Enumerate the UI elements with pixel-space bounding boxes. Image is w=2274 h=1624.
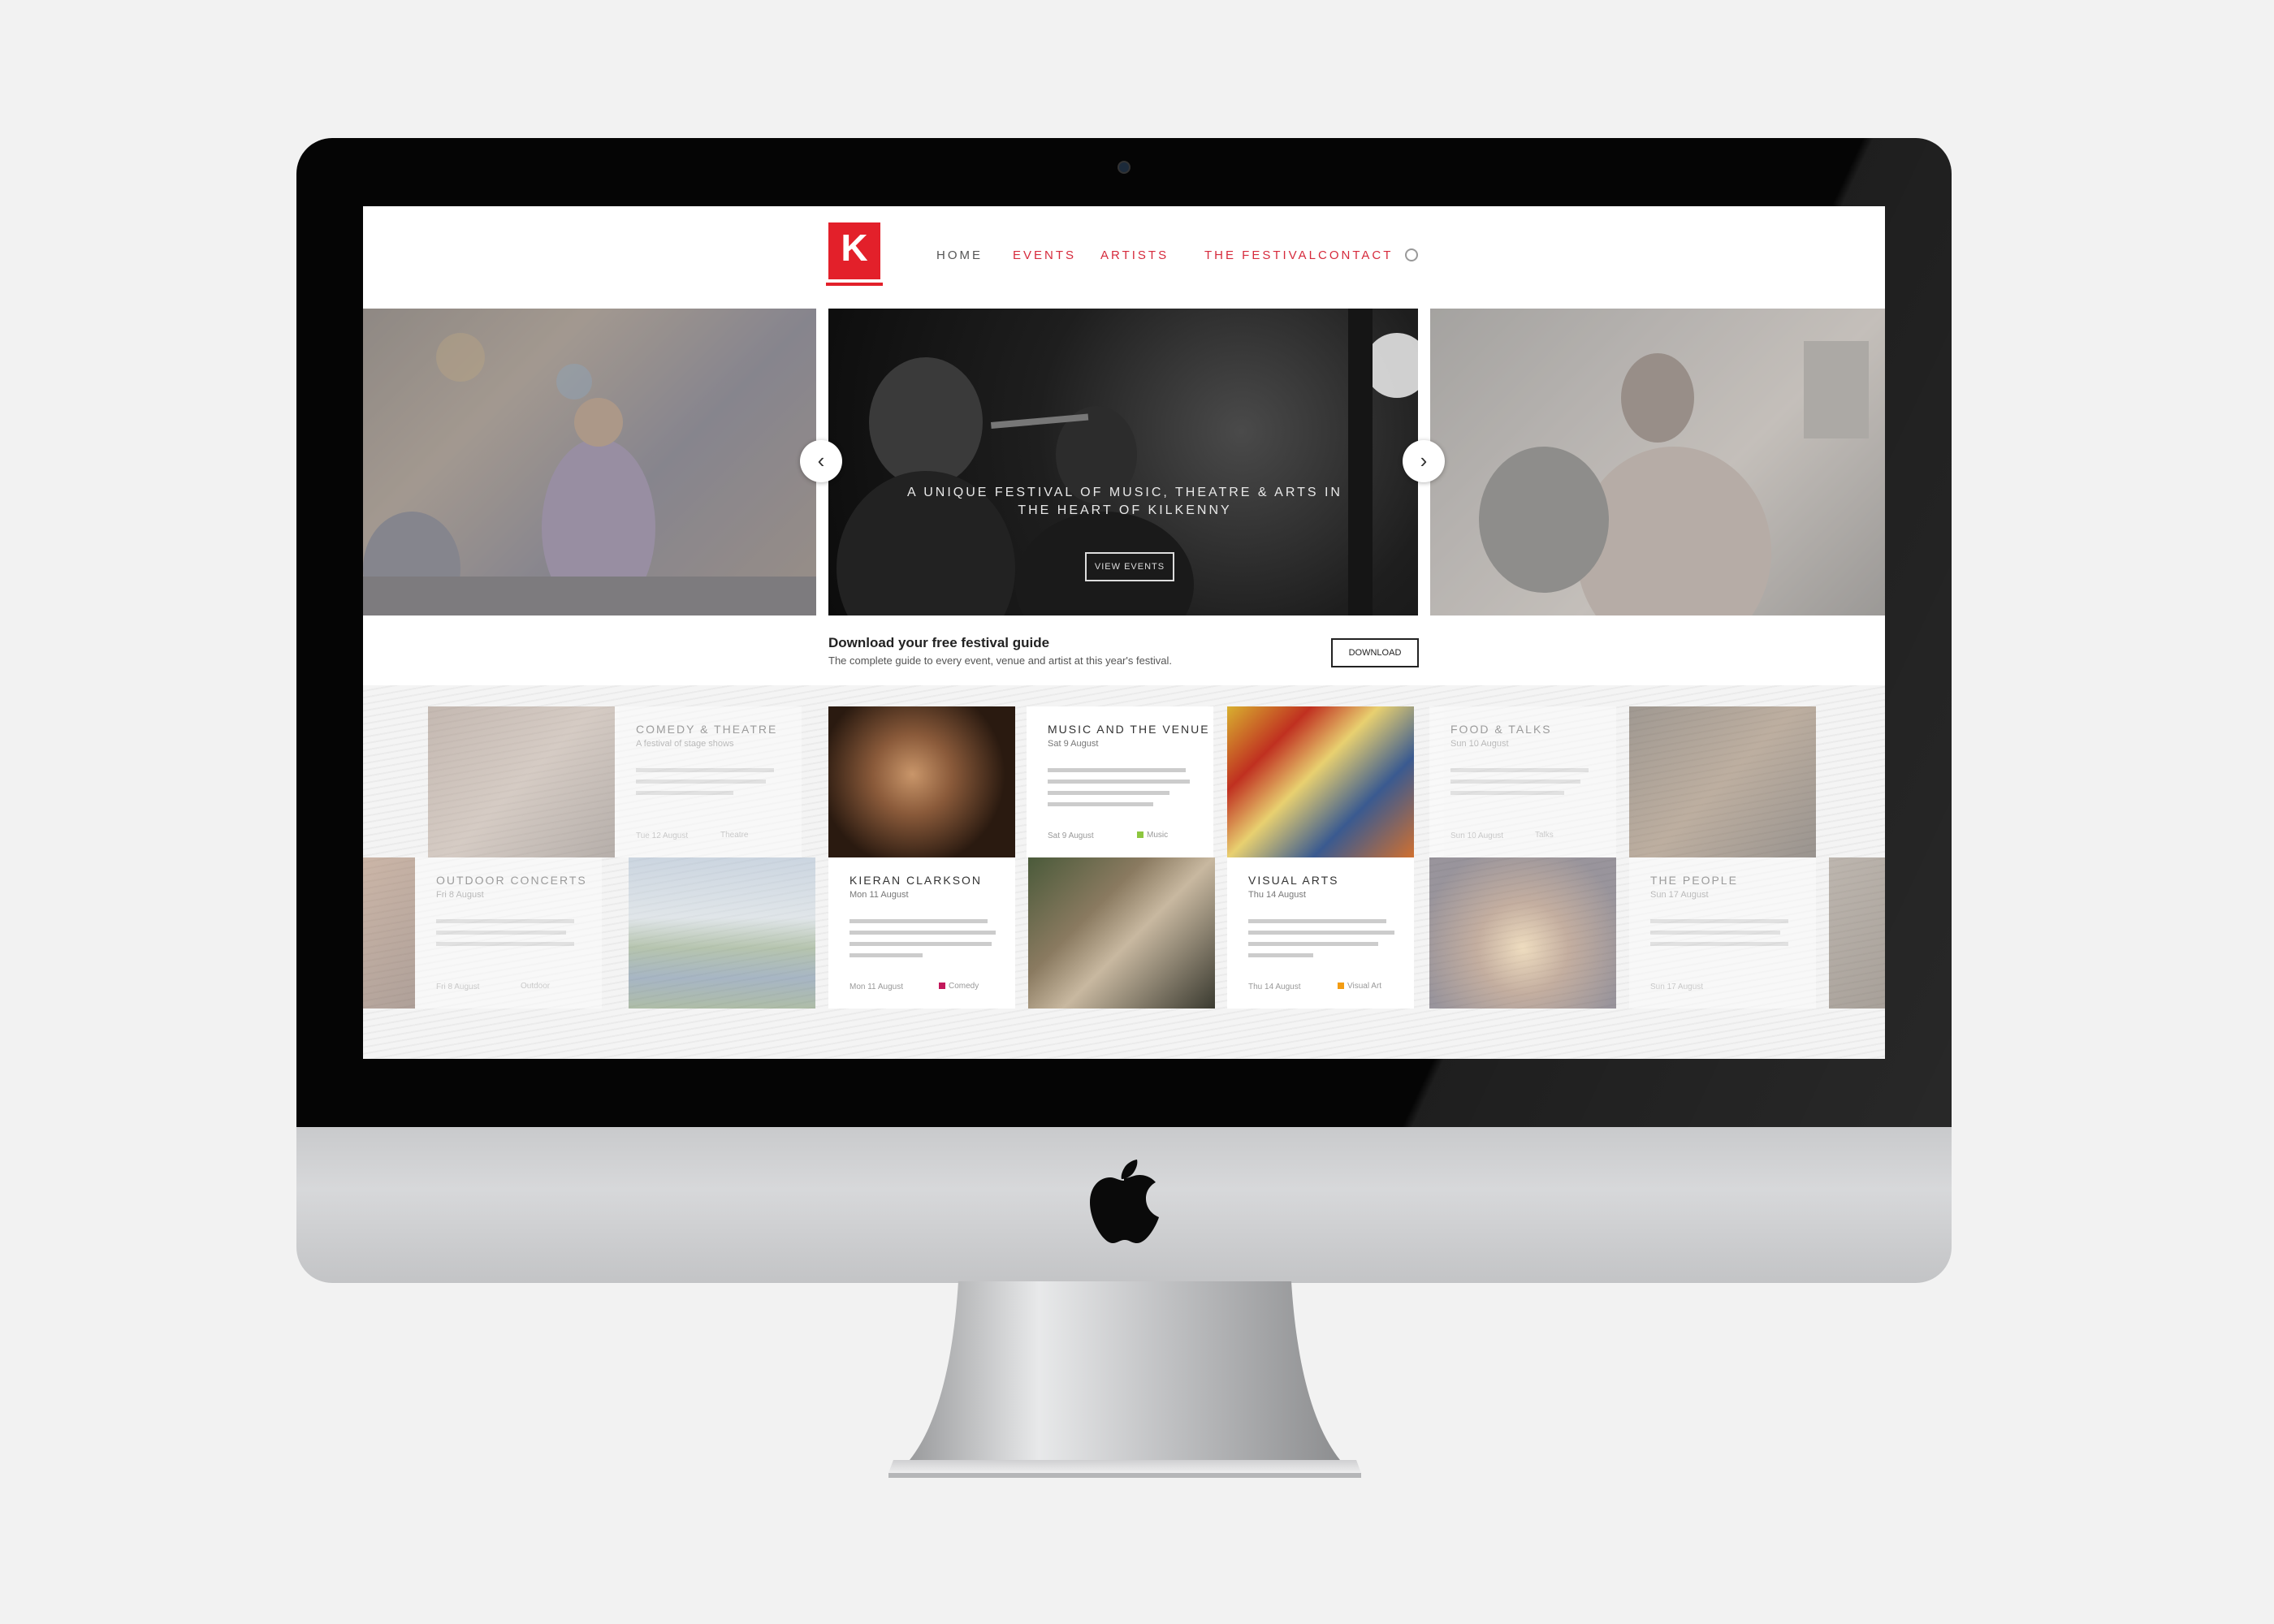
card-text-line xyxy=(436,931,566,935)
event-image-landscape[interactable] xyxy=(629,857,815,1009)
card-title: THE PEOPLE xyxy=(1650,874,1738,887)
event-image-ukulele[interactable] xyxy=(1028,857,1215,1009)
card-title: MUSIC AND THE VENUE xyxy=(1048,723,1210,736)
hero-slide-next[interactable] xyxy=(1430,309,1885,615)
apple-icon xyxy=(1090,1160,1159,1243)
card-subtitle: A festival of stage shows xyxy=(636,739,734,749)
card-subtitle: Sun 10 August xyxy=(1450,739,1509,749)
card-subtitle: Sat 9 August xyxy=(1048,739,1099,749)
card-text-line xyxy=(436,919,574,923)
card-text-line xyxy=(1248,953,1313,957)
card-text-line xyxy=(1450,780,1580,784)
card-title: OUTDOOR CONCERTS xyxy=(436,874,587,887)
nav-festival[interactable]: THE FESTIVAL xyxy=(1204,248,1318,262)
nav-artists[interactable]: ARTISTS xyxy=(1100,248,1169,262)
card-tag: Outdoor xyxy=(521,982,551,991)
logo-underline xyxy=(826,283,883,286)
nav-contact[interactable]: CONTACT xyxy=(1318,248,1393,262)
card-text-line xyxy=(1048,802,1153,806)
card-date: Sun 10 August xyxy=(1450,831,1504,840)
browser-viewport: K HOME EVENTS ARTISTS THE FESTIVAL CONTA… xyxy=(363,206,1885,1059)
carousel-next-button[interactable]: › xyxy=(1403,440,1445,482)
event-image-partial[interactable] xyxy=(363,857,415,1009)
event-image-stage[interactable] xyxy=(1429,857,1616,1009)
card-text-line xyxy=(1248,942,1378,946)
carousel-prev-button[interactable]: ‹ xyxy=(800,440,842,482)
card-text-line xyxy=(1650,919,1788,923)
event-card[interactable]: THE PEOPLE Sun 17 August Sun 17 August xyxy=(1629,857,1816,1009)
event-image-painting[interactable] xyxy=(1227,706,1414,857)
hero-slide-active[interactable]: A UNIQUE FESTIVAL OF MUSIC, THEATRE & AR… xyxy=(828,309,1418,615)
event-image-masks[interactable] xyxy=(428,706,615,857)
card-text-line xyxy=(850,953,923,957)
card-text-line xyxy=(850,919,988,923)
event-card[interactable]: OUTDOOR CONCERTS Fri 8 August Fri 8 Augu… xyxy=(415,857,602,1009)
card-text-line xyxy=(1248,931,1394,935)
event-image-partial[interactable] xyxy=(1829,857,1885,1009)
card-date: Sun 17 August xyxy=(1650,983,1704,991)
card-title: KIERAN CLARKSON xyxy=(850,874,983,887)
card-tag: Talks xyxy=(1535,831,1554,840)
card-tag: Theatre xyxy=(720,831,749,840)
view-events-button[interactable]: VIEW EVENTS xyxy=(1085,552,1174,581)
card-text-line xyxy=(1248,919,1386,923)
chevron-left-icon: ‹ xyxy=(817,448,825,473)
card-date: Fri 8 August xyxy=(436,983,480,991)
card-text-line xyxy=(1450,791,1564,795)
card-text-line xyxy=(1650,942,1788,946)
chevron-right-icon: › xyxy=(1420,448,1428,473)
event-card[interactable]: KIERAN CLARKSON Mon 11 August Mon 11 Aug… xyxy=(828,857,1015,1009)
card-text-line xyxy=(636,791,733,795)
event-card[interactable]: MUSIC AND THE VENUE Sat 9 August Sat 9 A… xyxy=(1027,706,1213,857)
event-card[interactable]: FOOD & TALKS Sun 10 August Sun 10 August… xyxy=(1429,706,1616,857)
card-text-line xyxy=(636,780,766,784)
category-dot xyxy=(939,983,945,989)
slide-dim-overlay xyxy=(1430,309,1885,615)
logo-letter: K xyxy=(841,227,868,269)
slide-dim-overlay xyxy=(363,309,816,615)
nav-home[interactable]: HOME xyxy=(936,248,983,262)
category-dot xyxy=(1137,831,1143,838)
camera-icon xyxy=(1118,161,1131,174)
event-image-interior[interactable] xyxy=(1629,706,1816,857)
card-tag: Visual Art xyxy=(1347,982,1382,991)
event-card[interactable]: VISUAL ARTS Thu 14 August Thu 14 August … xyxy=(1227,857,1414,1009)
event-image-singer[interactable] xyxy=(828,706,1015,857)
promo-subtitle: The complete guide to every event, venue… xyxy=(828,654,1173,667)
card-title: VISUAL ARTS xyxy=(1248,874,1339,887)
event-card[interactable]: COMEDY & THEATRE A festival of stage sho… xyxy=(615,706,802,857)
nav-events[interactable]: EVENTS xyxy=(1013,248,1076,262)
promo-title: Download your free festival guide xyxy=(828,635,1050,650)
site-header: K HOME EVENTS ARTISTS THE FESTIVAL CONTA… xyxy=(363,206,1885,307)
card-tag: Music xyxy=(1147,831,1169,840)
hero-caption: A UNIQUE FESTIVAL OF MUSIC, THEATRE & AR… xyxy=(907,486,1342,517)
card-subtitle: Mon 11 August xyxy=(850,890,909,900)
card-title: FOOD & TALKS xyxy=(1450,723,1552,736)
card-title: COMEDY & THEATRE xyxy=(636,723,778,736)
card-text-line xyxy=(636,768,774,772)
card-date: Sat 9 August xyxy=(1048,831,1094,840)
hero-slide-prev[interactable] xyxy=(363,309,816,615)
card-text-line xyxy=(1048,768,1186,772)
event-grid: COMEDY & THEATRE A festival of stage sho… xyxy=(363,685,1885,1059)
card-text-line xyxy=(1048,780,1190,784)
card-subtitle: Thu 14 August xyxy=(1248,890,1306,900)
card-text-line xyxy=(436,942,574,946)
card-text-line xyxy=(1650,931,1780,935)
card-tag: Comedy xyxy=(949,982,979,991)
card-date: Tue 12 August xyxy=(636,831,689,840)
category-dot xyxy=(1338,983,1344,989)
site-logo[interactable]: K xyxy=(828,222,880,279)
card-text-line xyxy=(1048,791,1169,795)
card-date: Mon 11 August xyxy=(850,983,903,991)
card-subtitle: Sun 17 August xyxy=(1650,890,1709,900)
card-text-line xyxy=(850,931,996,935)
monitor-stand xyxy=(888,1281,1361,1478)
card-text-line xyxy=(850,942,992,946)
card-subtitle: Fri 8 August xyxy=(436,890,484,900)
card-text-line xyxy=(1450,768,1589,772)
search-icon[interactable] xyxy=(1405,248,1418,261)
download-button[interactable]: DOWNLOAD xyxy=(1331,638,1419,667)
card-date: Thu 14 August xyxy=(1248,983,1301,991)
